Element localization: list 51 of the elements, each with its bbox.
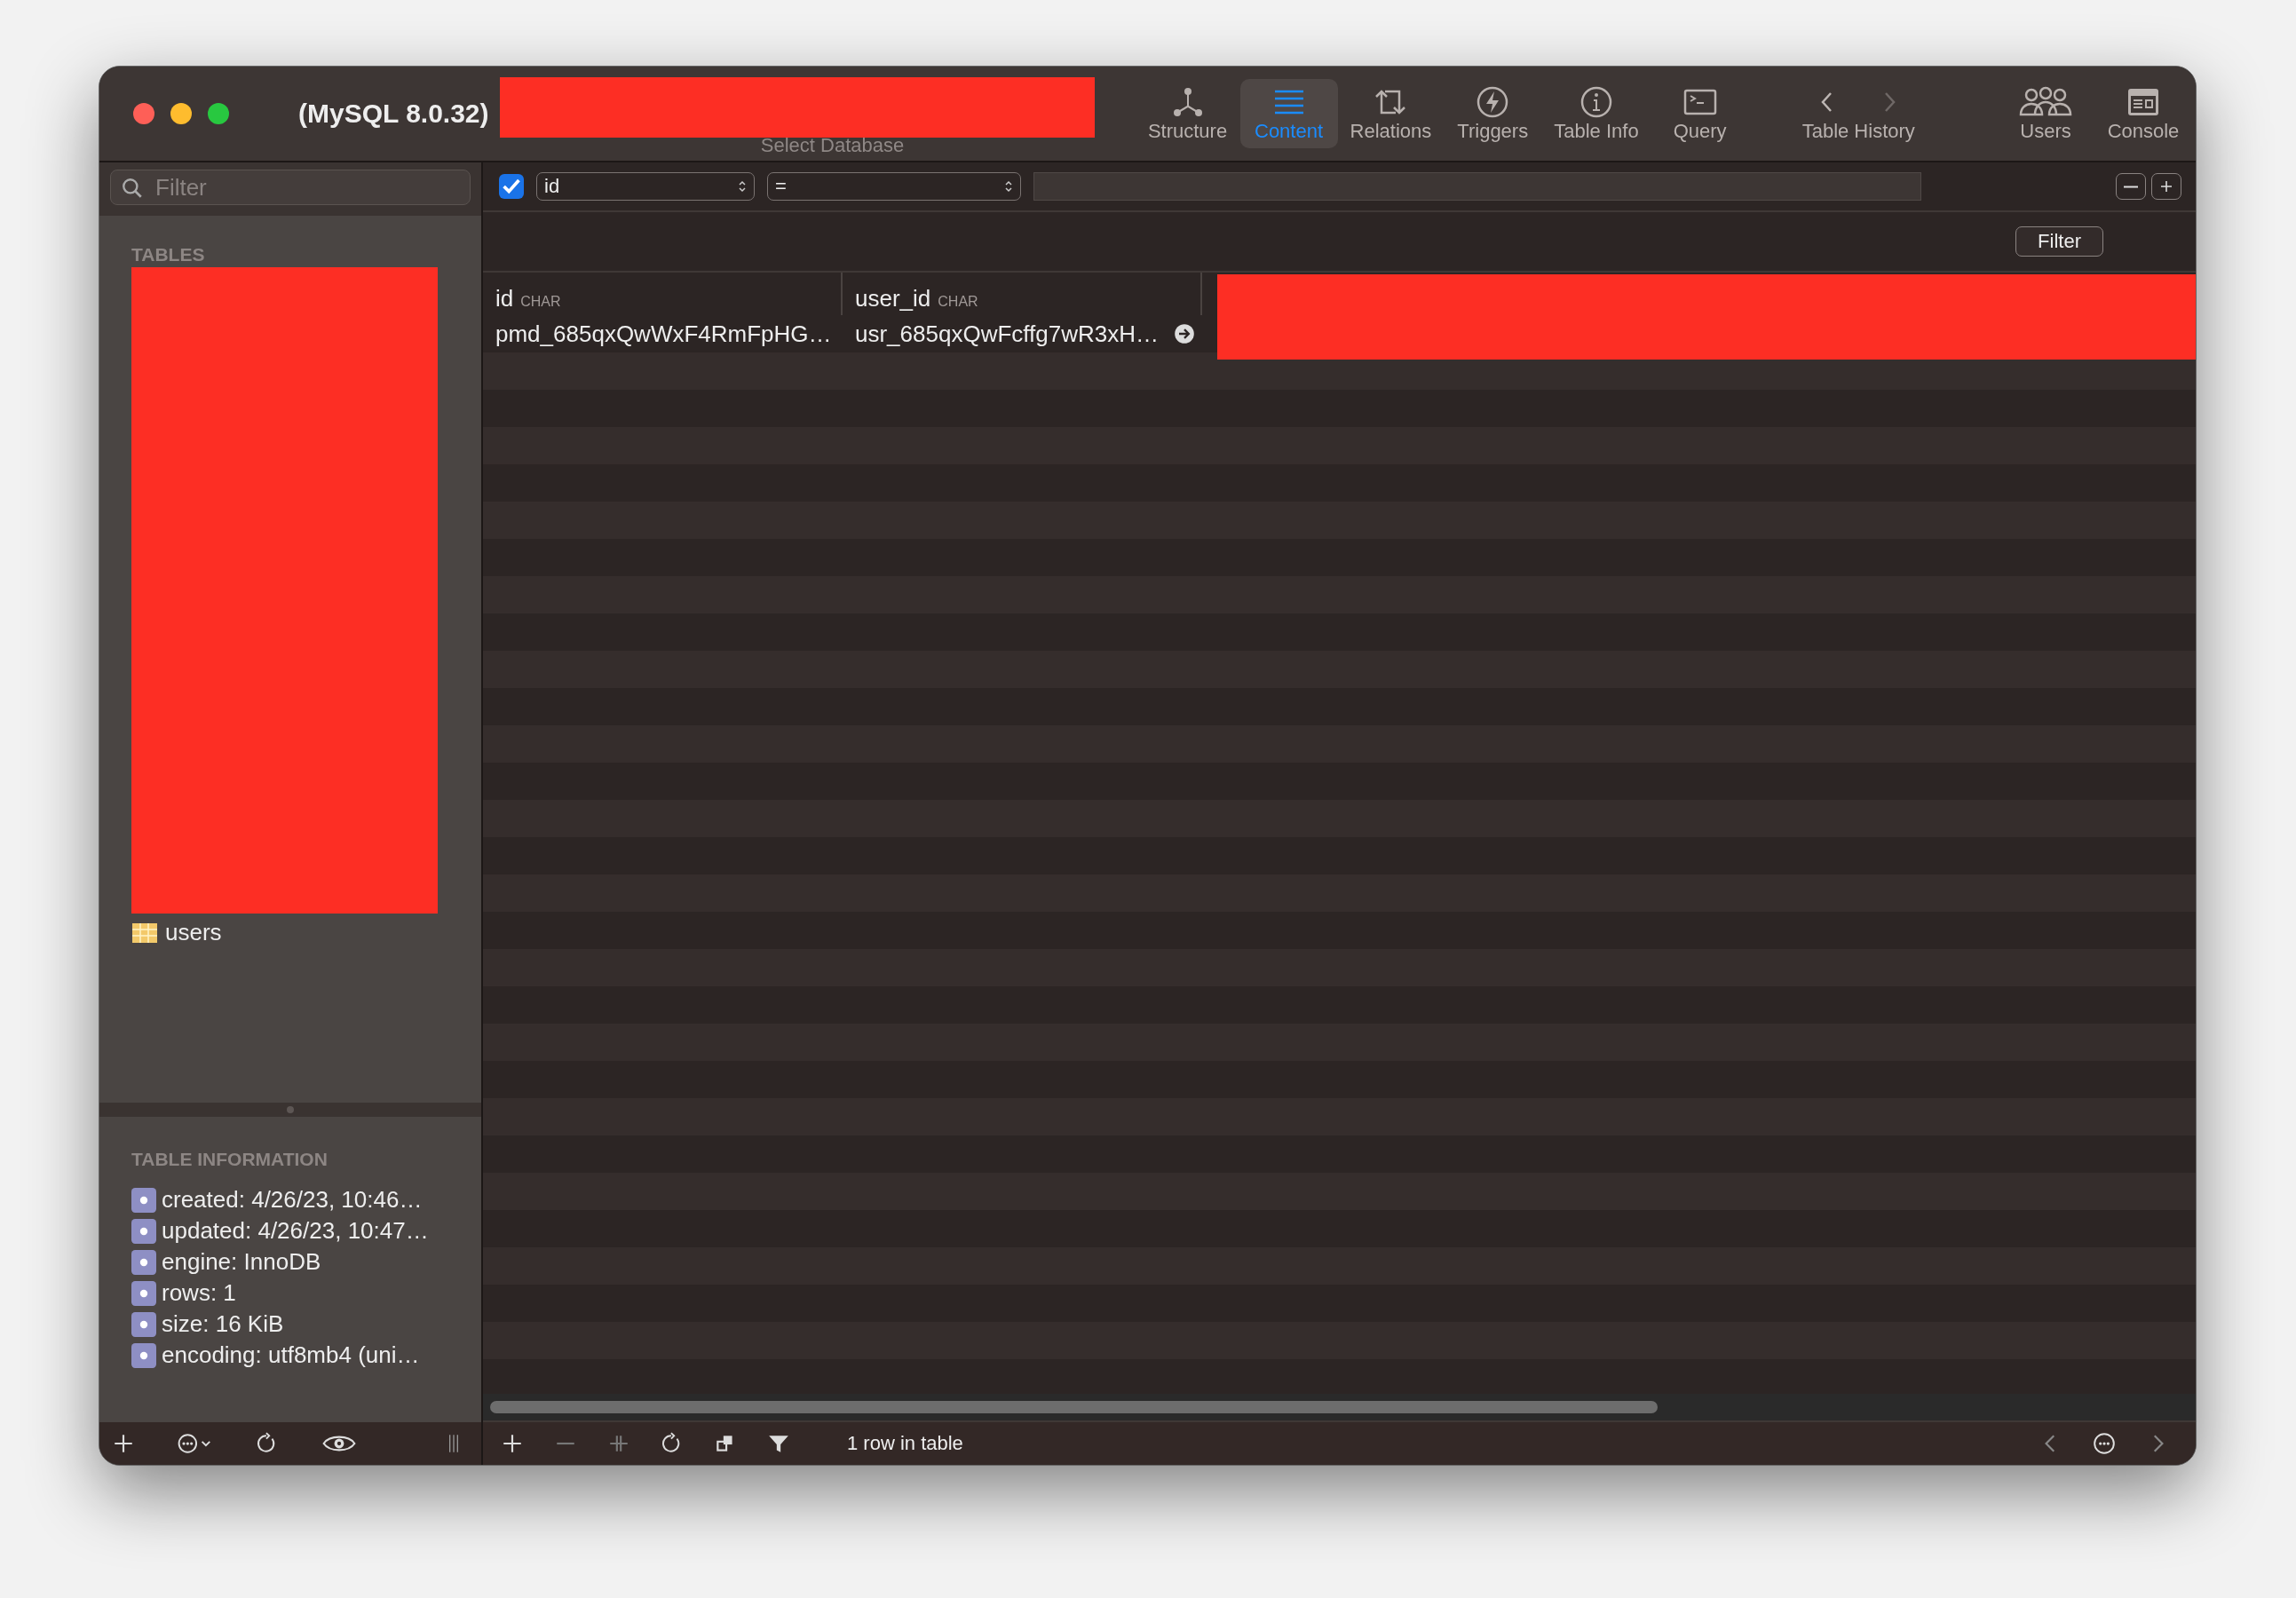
info-text: encoding: utf8mb4 (uni… [162,1341,420,1369]
table-cell: usr_685qxQwFcffg7wR3xH… [855,320,1159,348]
arrow-circle-icon[interactable] [1174,323,1195,344]
table-history-label: Table History [1801,120,1915,143]
toolbar-tab[interactable]: Query [1651,79,1749,148]
splitter-handle[interactable] [287,1106,294,1113]
resize-grip-icon[interactable] [447,1432,460,1455]
section-heading: TABLE INFORMATION [131,1149,329,1170]
more-icon[interactable] [2093,1432,2116,1455]
filter-button[interactable]: Filter [2015,226,2103,257]
info-text: size: 16 KiB [162,1310,284,1338]
toolbar-tab[interactable]: Table Info [1545,79,1648,148]
info-bullet-icon [131,1311,156,1337]
close-button[interactable] [133,103,154,124]
filter-field[interactable]: Filter [110,170,471,205]
info-bullet-icon [131,1280,156,1306]
minus-icon [2124,185,2138,188]
info-text: created: 4/26/23, 10:46… [162,1186,423,1214]
info-bullet-icon [131,1187,156,1213]
updown-icon [1004,179,1013,194]
add-filter-button[interactable] [2151,173,2181,200]
toolbar-tab[interactable]: Relations [1341,79,1441,148]
info-text: rows: 1 [162,1279,236,1307]
database-selector[interactable]: Select Database [760,134,905,161]
remove-filter-button[interactable] [2116,173,2146,200]
info-bullet-icon [131,1218,156,1244]
info-bullet-icon [131,1342,156,1368]
status-text: 1 row in table [847,1432,963,1455]
search-icon [121,177,144,200]
add-row-icon[interactable] [501,1432,524,1455]
info-text: engine: InnoDB [162,1248,321,1276]
table-item[interactable]: users [131,919,481,946]
table-icon [131,922,158,943]
section-heading: TABLES [131,244,206,265]
filter-checkbox[interactable] [499,174,524,199]
filter-value-field[interactable] [1033,172,1921,201]
scrollbar-thumb[interactable] [490,1401,1658,1413]
toolbar-button[interactable]: Users [1997,79,2094,148]
toolbar-tab[interactable]: Structure [1138,79,1237,148]
minimize-button[interactable] [170,103,192,124]
column-select[interactable]: id [536,172,755,201]
toolbar-button[interactable]: Console [2094,79,2192,148]
zoom-button[interactable] [208,103,229,124]
table-cell: pmd_685qxQwWxF4RmFpHG… [495,320,832,348]
add-icon[interactable] [112,1432,135,1455]
info-text: updated: 4/26/23, 10:47… [162,1217,429,1245]
info-bullet-icon [131,1249,156,1275]
updown-icon [738,179,747,194]
operator-select[interactable]: = [767,172,1021,201]
window-title: (MySQL 8.0.32) [298,99,489,129]
toolbar-tab[interactable]: Triggers [1444,79,1542,148]
